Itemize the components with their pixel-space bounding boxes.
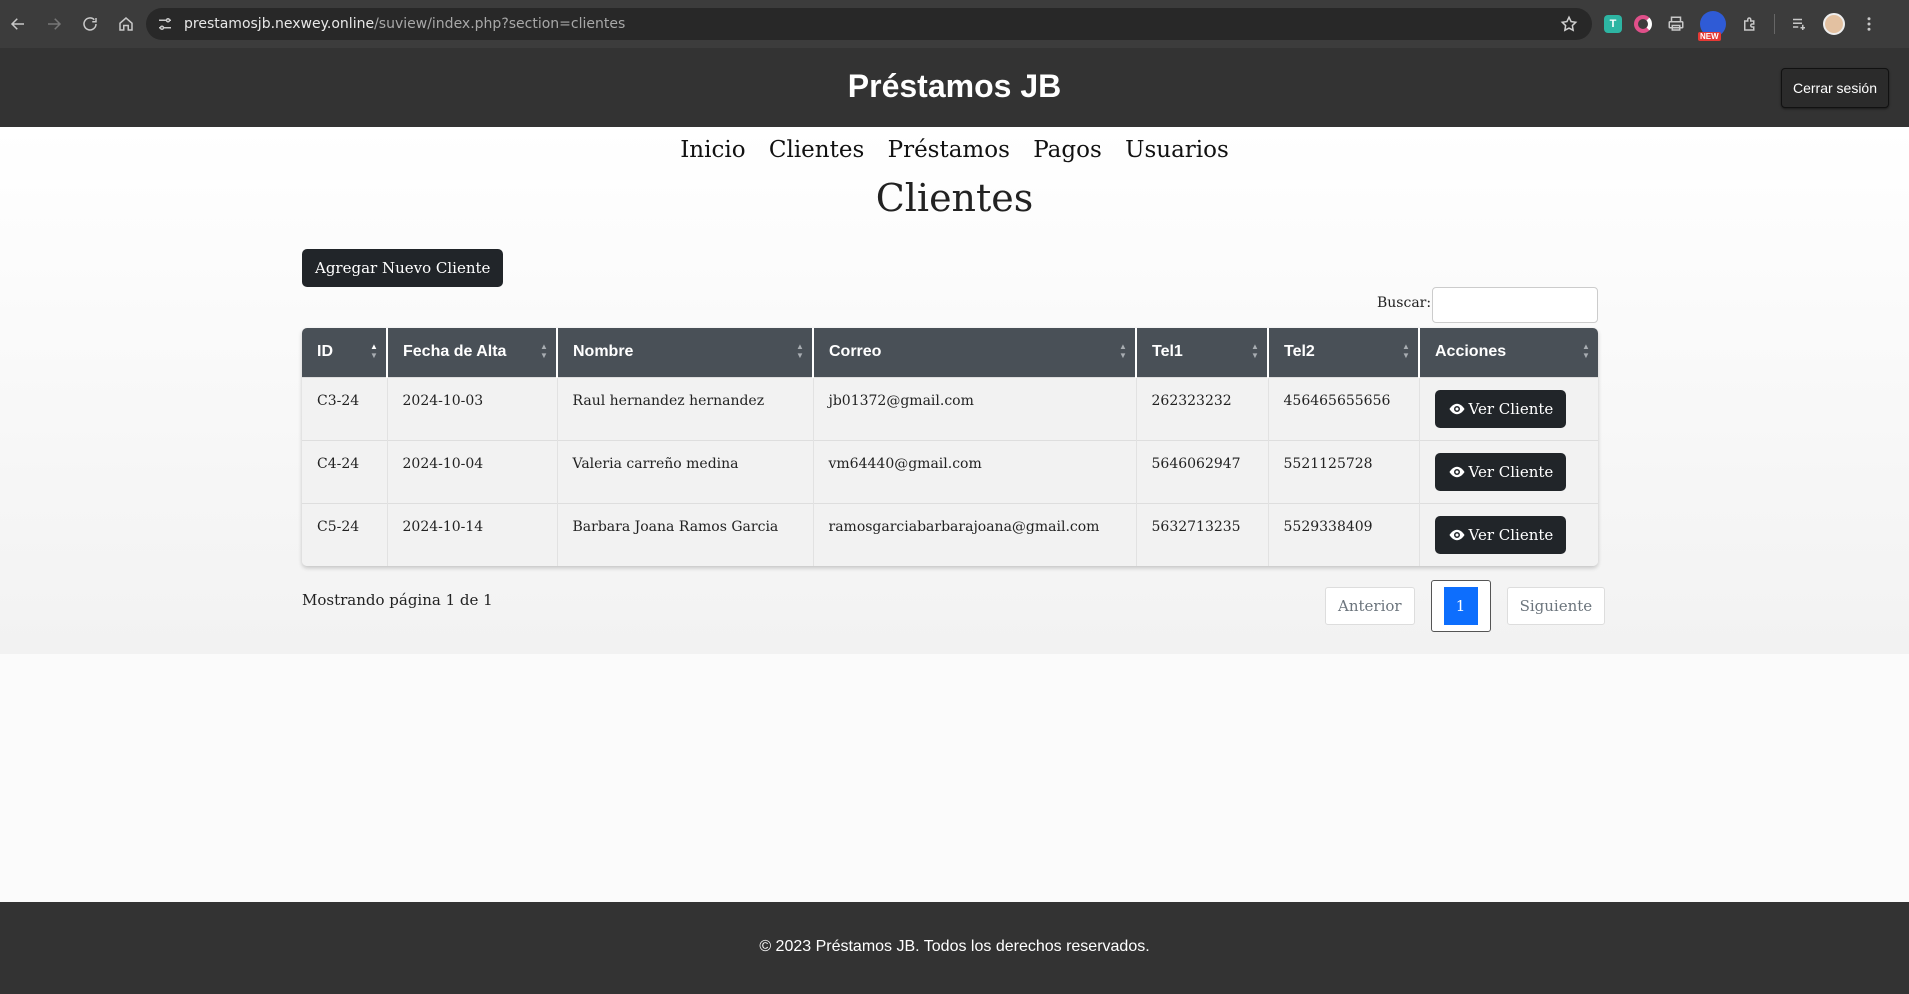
extension-new-icon[interactable]: NEW (1698, 11, 1726, 41)
eye-icon (1449, 403, 1464, 414)
cell-nombre: Raul hernandez hernandez (556, 376, 813, 440)
nav-link-pagos[interactable]: Pagos (1033, 137, 1102, 163)
cell-id: C5-24 (302, 502, 387, 566)
add-client-button[interactable]: Agregar Nuevo Cliente (302, 249, 504, 287)
header-tel1[interactable]: Tel1 ▲ ▼ (1135, 328, 1268, 377)
cell-fecha: 2024-10-14 (386, 502, 557, 566)
site-header: Préstamos JB Cerrar sesión (0, 48, 1909, 127)
cell-nombre: Barbara Joana Ramos Garcia (556, 502, 813, 566)
site-settings-icon[interactable] (156, 15, 174, 33)
sort-icon: ▲ ▼ (1402, 342, 1410, 360)
cell-tel1: 5646062947 (1135, 439, 1268, 503)
browser-toolbar: prestamosjb.nexwey.online/suview/index.p… (0, 0, 1909, 48)
footer-text: © 2023 Préstamos JB. Todos los derechos … (759, 938, 1150, 955)
view-client-button[interactable]: Ver Cliente (1434, 452, 1567, 491)
sort-icon: ▲ ▼ (370, 342, 378, 360)
cell-tel1: 5632713235 (1135, 502, 1268, 566)
nav-link-prestamos[interactable]: Préstamos (888, 137, 1010, 163)
header-acciones[interactable]: Acciones ▲ ▼ (1418, 328, 1598, 377)
cell-correo: jb01372@gmail.com (812, 376, 1136, 440)
search-input[interactable] (1432, 287, 1598, 323)
site-title: Préstamos JB (847, 68, 1062, 104)
new-badge: NEW (1698, 32, 1721, 41)
site-footer: © 2023 Préstamos JB. Todos los derechos … (0, 902, 1909, 994)
menu-kebab-icon[interactable] (1857, 12, 1881, 36)
next-page-button[interactable]: Siguiente (1506, 587, 1606, 625)
view-client-label: Ver Cliente (1468, 462, 1554, 481)
cell-tel1: 262323232 (1135, 376, 1268, 440)
toolbar-divider (1774, 14, 1775, 34)
pagination: Anterior 1 Siguiente (1325, 580, 1606, 632)
reading-list-icon[interactable] (1787, 12, 1811, 36)
cell-acciones: Ver Cliente (1418, 439, 1598, 503)
cell-tel2: 5521125728 (1267, 439, 1419, 503)
extensions-puzzle-icon[interactable] (1738, 12, 1762, 36)
back-icon[interactable] (0, 6, 36, 42)
current-page-number: 1 (1443, 587, 1478, 625)
cell-correo: vm64440@gmail.com (812, 439, 1136, 503)
extension-ring-icon[interactable] (1634, 15, 1652, 33)
header-id[interactable]: ID ▲ ▼ (302, 328, 387, 377)
header-nombre[interactable]: Nombre ▲ ▼ (556, 328, 813, 377)
extension-t-icon[interactable]: T (1604, 15, 1622, 33)
pagination-info: Mostrando página 1 de 1 (302, 591, 493, 609)
sort-icon: ▲ ▼ (540, 342, 548, 360)
profile-avatar[interactable] (1823, 13, 1845, 35)
page-title: Clientes (875, 176, 1034, 220)
main-nav: Inicio Clientes Préstamos Pagos Usuarios (0, 137, 1909, 163)
cell-fecha: 2024-10-04 (386, 439, 557, 503)
table-row: C4-24 2024-10-04 Valeria carreño medina … (302, 439, 1598, 503)
header-tel2[interactable]: Tel2 ▲ ▼ (1267, 328, 1419, 377)
cell-tel2: 456465655656 (1267, 376, 1419, 440)
url-text: prestamosjb.nexwey.online/suview/index.p… (184, 16, 626, 32)
eye-icon (1449, 466, 1464, 477)
sort-icon: ▲ ▼ (1251, 342, 1259, 360)
table-row: C3-24 2024-10-03 Raul hernandez hernande… (302, 376, 1598, 440)
prev-page-button[interactable]: Anterior (1325, 587, 1415, 625)
nav-link-usuarios[interactable]: Usuarios (1125, 137, 1229, 163)
extension-printer-icon[interactable] (1664, 12, 1688, 36)
home-icon[interactable] (108, 6, 144, 42)
cell-id: C3-24 (302, 376, 387, 440)
table-header-row: ID ▲ ▼ Fecha de Alta ▲ ▼ Nombre ▲ ▼ Correo ▲ ▼ T… (302, 328, 1598, 377)
view-client-label: Ver Cliente (1468, 525, 1554, 544)
extensions-area: T NEW (1604, 0, 1881, 48)
cell-id: C4-24 (302, 439, 387, 503)
cell-nombre: Valeria carreño medina (556, 439, 813, 503)
reload-icon[interactable] (72, 6, 108, 42)
forward-icon[interactable] (36, 6, 72, 42)
view-client-label: Ver Cliente (1468, 399, 1554, 418)
address-bar[interactable]: prestamosjb.nexwey.online/suview/index.p… (146, 8, 1592, 40)
cell-acciones: Ver Cliente (1418, 502, 1598, 566)
nav-link-inicio[interactable]: Inicio (680, 137, 745, 163)
current-page-button[interactable]: 1 (1430, 580, 1491, 632)
header-fecha-alta[interactable]: Fecha de Alta ▲ ▼ (386, 328, 557, 377)
bookmark-star-icon[interactable] (1560, 15, 1578, 33)
sort-icon: ▲ ▼ (1582, 342, 1590, 360)
table-row: C5-24 2024-10-14 Barbara Joana Ramos Gar… (302, 502, 1598, 566)
eye-icon (1449, 529, 1464, 540)
view-client-button[interactable]: Ver Cliente (1434, 389, 1567, 428)
sort-icon: ▲ ▼ (1119, 342, 1127, 360)
sort-icon: ▲ ▼ (796, 342, 804, 360)
cell-fecha: 2024-10-03 (386, 376, 557, 440)
cell-acciones: Ver Cliente (1418, 376, 1598, 440)
search-label: Buscar: (1377, 295, 1432, 311)
logout-button[interactable]: Cerrar sesión (1780, 68, 1889, 108)
header-correo[interactable]: Correo ▲ ▼ (812, 328, 1136, 377)
clients-table: ID ▲ ▼ Fecha de Alta ▲ ▼ Nombre ▲ ▼ Correo ▲ ▼ T… (302, 328, 1598, 566)
cell-tel2: 5529338409 (1267, 502, 1419, 566)
view-client-button[interactable]: Ver Cliente (1434, 515, 1567, 554)
cell-correo: ramosgarciabarbarajoana@gmail.com (812, 502, 1136, 566)
nav-link-clientes[interactable]: Clientes (769, 137, 864, 163)
main-content: Inicio Clientes Préstamos Pagos Usuarios… (0, 127, 1909, 654)
